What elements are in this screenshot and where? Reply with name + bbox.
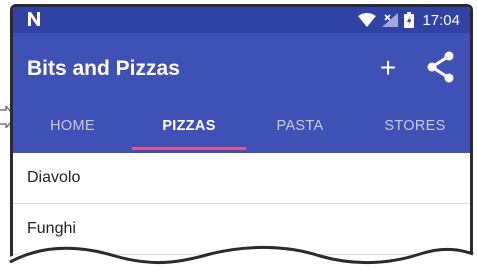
- wavy-cut-edge: [0, 245, 477, 274]
- status-time: 17:04: [422, 11, 460, 29]
- list-item[interactable]: Diavolo: [13, 153, 470, 204]
- tab-stores[interactable]: STORES: [354, 107, 470, 153]
- app-bar: Bits and Pizzas +: [13, 33, 470, 107]
- app-title: Bits and Pizzas: [27, 57, 180, 80]
- tab-pasta[interactable]: PASTA: [246, 107, 354, 153]
- phone-screen: 17:04 Bits and Pizzas + HOME PIZZAS PAST…: [10, 4, 473, 272]
- battery-icon: [404, 12, 415, 28]
- signal-icon: [382, 13, 399, 27]
- wifi-icon: [358, 13, 377, 27]
- tab-home[interactable]: HOME: [13, 107, 132, 153]
- selected-tab-indicator: [132, 147, 246, 150]
- status-icons: 17:04: [358, 7, 460, 33]
- status-bar: 17:04: [13, 7, 470, 33]
- n-notification-icon: [28, 12, 40, 26]
- share-icon[interactable]: [427, 51, 455, 83]
- add-icon: +: [379, 52, 397, 83]
- add-button[interactable]: +: [373, 50, 403, 86]
